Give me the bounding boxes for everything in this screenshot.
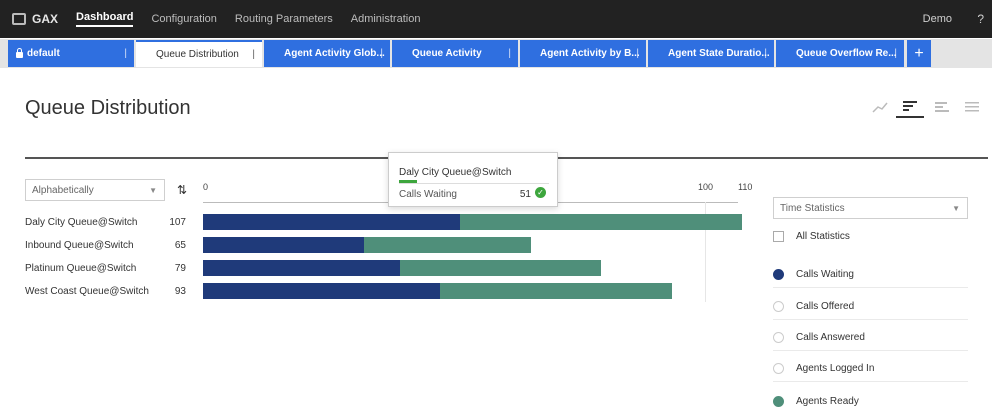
help-button[interactable]: ? — [977, 12, 984, 26]
queue-label: Platinum Queue@Switch — [25, 263, 137, 274]
all-statistics-checkbox[interactable] — [773, 231, 784, 242]
chevron-down-icon: ▼ — [952, 203, 960, 213]
list-icon — [965, 102, 979, 112]
statistic-agents-ready[interactable]: Agents Ready — [773, 388, 968, 414]
bar-segment[interactable] — [460, 214, 743, 230]
all-statistics-label: All Statistics — [796, 231, 850, 242]
bar-segment[interactable] — [399, 260, 602, 276]
tab-agent-activity-global[interactable]: Agent Activity Glob... | — [264, 40, 390, 67]
queue-total: 93 — [174, 286, 186, 297]
bar-segment[interactable] — [203, 283, 440, 299]
tooltip-divider — [399, 183, 549, 184]
statistic-label: Agents Logged In — [796, 363, 875, 374]
all-statistics-toggle[interactable]: All Statistics — [773, 231, 850, 242]
statistic-label: Calls Answered — [796, 332, 865, 343]
statistic-calls-answered[interactable]: Calls Answered — [773, 325, 968, 351]
tab-label: Agent Activity Glob... — [284, 48, 385, 59]
statistic-selected-indicator[interactable] — [773, 269, 784, 280]
statistic-selected-indicator[interactable] — [773, 395, 784, 407]
bar-segment[interactable] — [364, 237, 531, 253]
user-menu[interactable]: Demo — [923, 13, 952, 25]
tab-queue-activity[interactable]: Queue Activity | — [392, 40, 518, 67]
list-view-button[interactable] — [958, 96, 986, 118]
tab-menu-icon[interactable]: | — [894, 48, 897, 59]
bar-chart-icon — [903, 101, 917, 111]
page-title: Queue Distribution — [25, 97, 191, 119]
nav-administration[interactable]: Administration — [351, 13, 421, 25]
x-tick-label: 110 — [738, 182, 753, 192]
queue-label: Inbound Queue@Switch — [25, 240, 134, 251]
check-circle-icon: ✓ — [535, 187, 546, 198]
tab-label: Queue Activity — [412, 48, 482, 59]
queue-label: Daly City Queue@Switch — [25, 217, 138, 228]
tab-menu-icon[interactable]: | — [124, 48, 127, 59]
grouped-bar-view-button[interactable] — [928, 96, 956, 118]
x-tick-label: 100 — [698, 182, 714, 192]
statistic-label: Calls Offered — [796, 301, 855, 312]
statistic-calls-offered[interactable]: Calls Offered — [773, 294, 968, 320]
tab-agent-activity-by-b[interactable]: Agent Activity by B... | — [520, 40, 646, 67]
queue-total: 79 — [174, 263, 186, 274]
tab-menu-icon[interactable]: | — [252, 49, 255, 60]
nav-routing-parameters[interactable]: Routing Parameters — [235, 13, 333, 25]
chart-tooltip: Daly City Queue@Switch Calls Waiting 51 … — [388, 152, 558, 207]
bar-segment[interactable] — [203, 260, 400, 276]
brand[interactable]: GAX — [12, 12, 58, 26]
sort-toggle-icon[interactable]: ⇅ — [177, 183, 187, 197]
tab-agent-state-duration[interactable]: Agent State Duratio... | — [648, 40, 774, 67]
tab-label: Queue Overflow Re... — [796, 48, 897, 59]
queue-total: 107 — [169, 217, 186, 228]
tab-label: Agent Activity by B... — [540, 48, 640, 59]
bar-segment[interactable] — [203, 214, 461, 230]
grouped-bar-icon — [935, 102, 949, 112]
nav-dashboard[interactable]: Dashboard — [76, 11, 134, 27]
tab-label: Queue Distribution — [156, 49, 239, 60]
dashboard-tab-bar: default | Queue Distribution | Agent Act… — [0, 39, 992, 68]
tab-menu-icon[interactable]: | — [764, 48, 767, 59]
tooltip-title: Daly City Queue@Switch — [399, 167, 512, 178]
statistic-calls-waiting[interactable]: Calls Waiting — [773, 262, 968, 288]
bar-chart-view-button[interactable] — [896, 96, 924, 118]
sort-order-select[interactable]: Alphabetically ▼ — [25, 179, 165, 201]
tab-label: Agent State Duratio... — [668, 48, 770, 59]
statistic-selected-indicator[interactable] — [773, 332, 784, 343]
tab-menu-icon[interactable]: | — [508, 48, 511, 59]
add-tab-button[interactable]: + — [907, 40, 931, 67]
x-tick-label: 0 — [203, 182, 209, 192]
tab-queue-distribution[interactable]: Queue Distribution | — [136, 40, 262, 67]
bar-segment[interactable] — [439, 283, 672, 299]
sort-order-value: Alphabetically — [32, 184, 94, 196]
tab-queue-overflow[interactable]: Queue Overflow Re... | — [776, 40, 904, 67]
statistics-type-select[interactable]: Time Statistics ▼ — [773, 197, 968, 219]
queue-total: 65 — [174, 240, 186, 251]
top-navigation-bar: GAX Dashboard Configuration Routing Para… — [0, 0, 992, 38]
bar-segment[interactable] — [203, 237, 365, 253]
line-chart-icon — [872, 102, 888, 113]
tooltip-value: 51 — [519, 189, 531, 200]
tab-menu-icon[interactable]: | — [636, 48, 639, 59]
chevron-down-icon: ▼ — [149, 185, 157, 195]
lock-icon — [16, 47, 23, 58]
statistic-selected-indicator[interactable] — [773, 301, 784, 312]
brand-label: GAX — [32, 12, 59, 26]
statistics-type-value: Time Statistics — [780, 202, 845, 214]
tooltip-label: Calls Waiting — [399, 189, 457, 200]
tab-menu-icon[interactable]: | — [380, 48, 383, 59]
app-logo-icon — [12, 13, 26, 25]
statistic-agents-logged-in[interactable]: Agents Logged In — [773, 356, 968, 382]
line-chart-view-button[interactable] — [866, 96, 894, 118]
queue-label: West Coast Queue@Switch — [25, 286, 149, 297]
tab-label: default — [27, 48, 60, 59]
statistic-selected-indicator[interactable] — [773, 363, 784, 374]
statistic-label: Calls Waiting — [796, 269, 854, 280]
nav-configuration[interactable]: Configuration — [151, 13, 216, 25]
tab-default[interactable]: default | — [8, 40, 134, 67]
statistic-label: Agents Ready — [796, 395, 859, 407]
